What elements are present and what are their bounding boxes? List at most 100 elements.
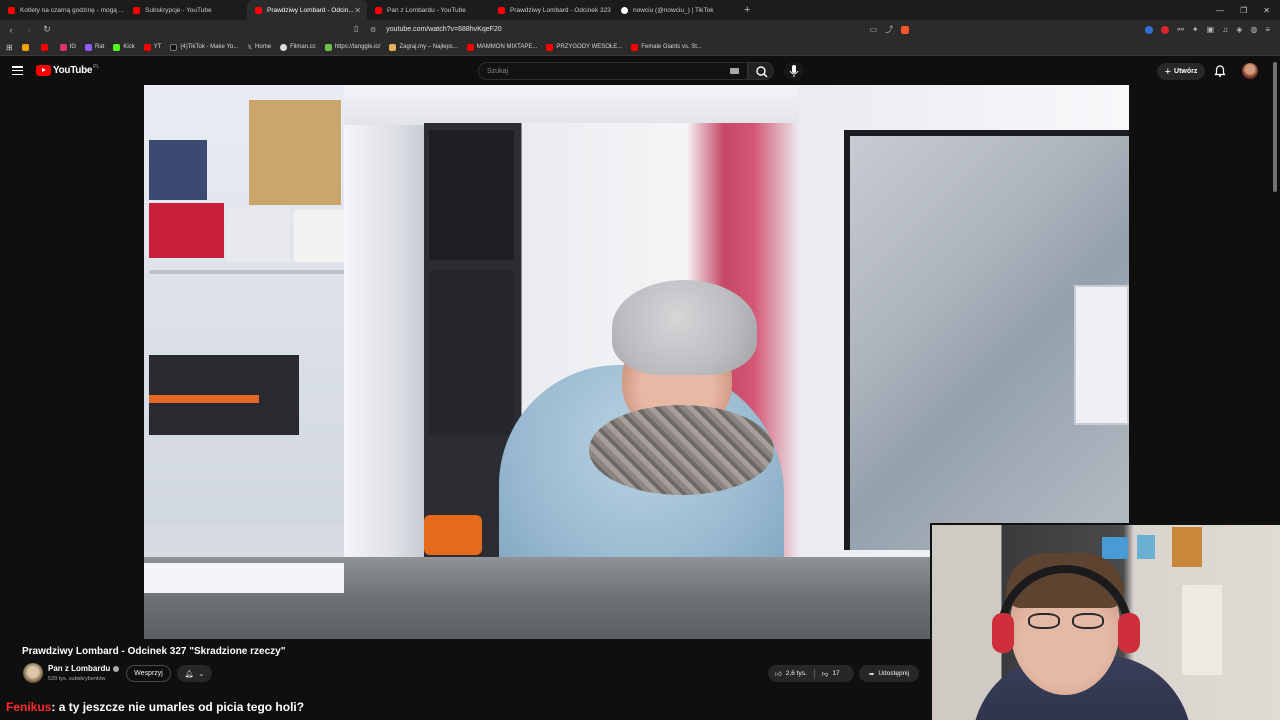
account-avatar[interactable] (1242, 63, 1258, 79)
bookmark-item[interactable] (40, 43, 51, 51)
bookmark-label: Female Giants vs. St... (641, 44, 702, 50)
site-info-icon[interactable]: ⚙ (370, 26, 376, 34)
url-text: youtube.com/watch?v=688hvKqeF20 (386, 26, 502, 33)
bookmark-item[interactable] (21, 43, 32, 51)
url-field[interactable]: ⚙ youtube.com/watch?v=688hvKqeF20 (370, 22, 890, 37)
plus-icon: + (1164, 65, 1172, 78)
tanggle-icon (324, 43, 332, 51)
close-tab-icon[interactable]: ✕ (354, 6, 361, 15)
bookmark-label: Kick (123, 44, 135, 50)
maximize-icon[interactable]: ❐ (1240, 6, 1247, 15)
bookmark-item[interactable]: YT (143, 43, 161, 51)
bookmark-item[interactable]: MAMMON MIXTAPE... (466, 43, 537, 51)
filman-icon (280, 43, 288, 51)
bookmark-label: Zagraj.my – Najleps... (399, 44, 458, 50)
create-button[interactable]: + Utwórz (1157, 63, 1205, 80)
support-button[interactable]: Wesprzyj (126, 665, 171, 682)
youtube-favicon-icon (133, 6, 140, 14)
browser-tab[interactable]: Pan z Lombardu - YouTube (367, 0, 490, 20)
browser-tab-active[interactable]: Prawdziwy Lombard - Odcin... ✕ (247, 0, 367, 20)
extension-icon[interactable] (1145, 25, 1154, 34)
channel-avatar[interactable] (23, 663, 43, 683)
menu-hamburger-icon[interactable] (12, 66, 23, 76)
bookmark-label: PRZYGODY WESOŁE... (556, 44, 623, 50)
search-button[interactable] (748, 62, 774, 80)
back-icon[interactable]: ‹ (4, 25, 18, 35)
blogger-icon (21, 43, 29, 51)
vpn-icon[interactable]: ◍ (1250, 25, 1257, 34)
bookmark-icon[interactable]: ▯ (354, 24, 358, 33)
verified-icon (113, 665, 120, 672)
screen-capture-icon[interactable]: ▭ (870, 25, 878, 34)
dislike-button[interactable]: 👎︎ 17 (815, 665, 847, 682)
bookmark-item[interactable]: Filman.cc (280, 43, 316, 51)
reload-icon[interactable]: ↻ (40, 24, 54, 35)
share-button[interactable]: ➦ Udostępnij (859, 665, 919, 682)
bookmark-item[interactable]: Kick (113, 43, 135, 51)
youtube-logo[interactable]: YouTube PL (36, 64, 99, 76)
bookmark-item[interactable]: Rat (85, 43, 104, 51)
logo-text: YouTube (53, 65, 93, 76)
share-page-icon[interactable]: ⤴ (885, 24, 893, 35)
browser-tab[interactable]: Subskrypcje - YouTube (125, 0, 247, 20)
rat-icon (85, 43, 93, 51)
extension-icon[interactable] (1161, 25, 1170, 34)
browser-tab[interactable]: Prawdziwy Lombard - Odcinek 323 (490, 0, 613, 20)
sidebar-icon[interactable]: ▣ (1207, 25, 1215, 34)
channel-name-link[interactable]: Pan z Lombardu (48, 664, 120, 673)
tab-label: Prawdziwy Lombard - Odcin... (267, 6, 354, 14)
bookmark-item[interactable]: Female Giants vs. St... (631, 43, 702, 51)
search-icon (756, 66, 768, 78)
tab-label: Kotlety na czarną godzinę - mogą ... (20, 6, 125, 14)
youtube-favicon-icon (255, 6, 262, 14)
notifications-bell-icon[interactable] (1213, 64, 1227, 78)
voice-search-button[interactable] (784, 62, 804, 80)
wallet-icon[interactable]: ◈ (1236, 25, 1242, 34)
tab-label: Prawdziwy Lombard - Odcinek 323 (510, 6, 611, 14)
bookmark-item[interactable]: Zagraj.my – Najleps... (389, 43, 458, 51)
forward-icon[interactable]: › (22, 25, 36, 35)
thumbs-up-icon: 👍︎ (775, 670, 782, 678)
search-input[interactable]: Szukaj (478, 62, 748, 80)
youtube-icon (631, 43, 639, 51)
streamer-webcam-overlay (930, 523, 1280, 720)
apps-grid-icon[interactable]: ⊞ (6, 43, 13, 52)
instagram-icon (59, 43, 67, 51)
minimize-icon[interactable]: — (1216, 6, 1224, 15)
tab-label: Subskrypcje - YouTube (145, 6, 212, 14)
like-button[interactable]: 👍︎ 2,6 tys. (768, 665, 814, 682)
keyboard-icon[interactable] (730, 68, 739, 74)
chat-text: : a ty jeszcze nie umarles od picia tego… (51, 700, 305, 714)
subscription-bell-button[interactable]: 🔔︎ ⌄ (177, 665, 212, 682)
new-tab-icon[interactable]: + (736, 4, 758, 16)
media-icon[interactable]: ♫ (1222, 25, 1228, 34)
bookmark-item[interactable]: PRZYGODY WESOŁE... (546, 43, 623, 51)
kick-icon (113, 43, 121, 51)
bookmark-label: Home (255, 44, 272, 50)
page-scrollbar[interactable] (1273, 62, 1277, 192)
menu-icon[interactable]: ≡ (1265, 25, 1270, 34)
video-title: Prawdziwy Lombard - Odcinek 327 "Skradzi… (22, 646, 286, 657)
close-window-icon[interactable]: ✕ (1263, 6, 1270, 15)
bookmark-item[interactable]: https://tanggle.io/ (324, 43, 380, 51)
youtube-header: YouTube PL Szukaj + Utwórz (0, 57, 1280, 85)
subscriber-count: 539 tys. subskrybentów (48, 676, 106, 682)
browser-tab-strip: Kotlety na czarną godzinę - mogą ... Sub… (0, 0, 1280, 20)
extension-icon[interactable]: ⚯ (1177, 25, 1184, 34)
bookmark-label: (4)TikTok - Make Yo... (180, 44, 239, 50)
extensions-puzzle-icon[interactable]: ✦ (1192, 25, 1199, 34)
like-count: 2,6 tys. (785, 670, 807, 677)
chevron-down-icon: ⌄ (198, 670, 205, 678)
bookmark-item[interactable]: (4)TikTok - Make Yo... (170, 43, 239, 51)
tab-label: Pan z Lombardu - YouTube (387, 6, 466, 14)
bookmark-item[interactable]: 𝕏 Home (247, 44, 271, 51)
browser-tab[interactable]: Kotlety na czarną godzinę - mogą ... (0, 0, 125, 20)
dislike-count: 17 (832, 670, 840, 677)
browser-tab[interactable]: nowciu (@nowciu_) | TikTok (613, 0, 736, 20)
bookmark-item[interactable]: IG (59, 43, 76, 51)
youtube-icon (40, 43, 48, 51)
youtube-play-icon (36, 65, 51, 76)
brave-shield-icon[interactable] (901, 25, 910, 34)
chat-message-overlay: Fenikus: a ty jeszcze nie umarles od pic… (6, 700, 304, 714)
youtube-icon (546, 43, 554, 51)
